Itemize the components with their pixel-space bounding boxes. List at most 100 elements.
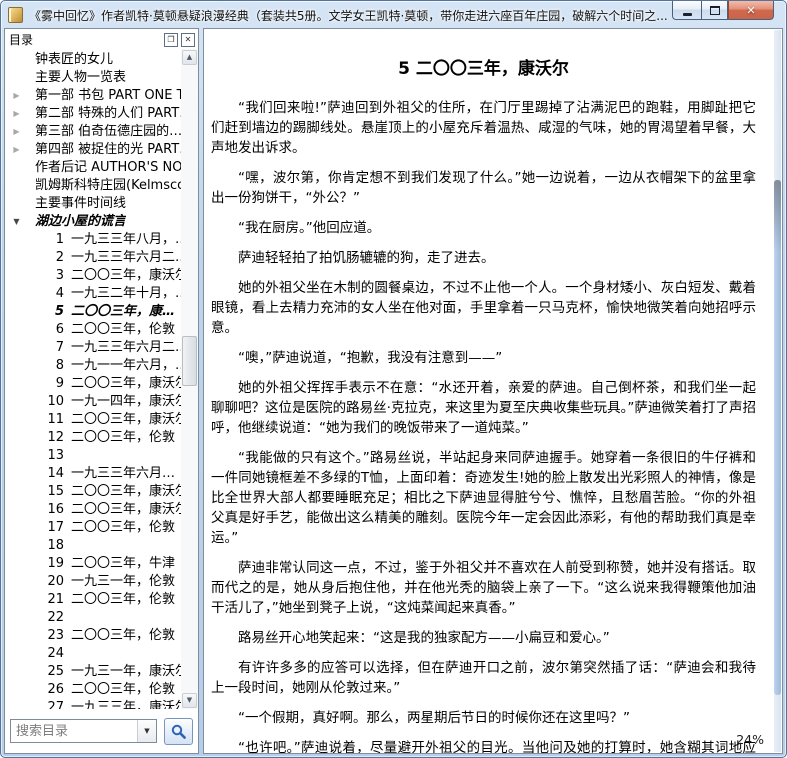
toc-item[interactable]: ▶ 第四部 被捉住的光 PART… (5, 141, 182, 159)
toc-scrollbar[interactable]: ▲ ▼ (181, 49, 198, 709)
title-bar[interactable]: 《雾中回忆》作者凯特·莫顿悬疑浪漫经典（套装共5册。文学女王凯特·莫顿，带你走进… (1, 1, 786, 27)
toc-item[interactable]: 19 二〇〇三年，牛津 (5, 555, 182, 573)
toc-item-label: 二〇〇三年，伦敦 (71, 592, 176, 607)
maximize-button[interactable] (701, 1, 728, 20)
toc-item[interactable]: 10 一九一四年，康沃尔 (5, 393, 182, 411)
toc-item-number: 13 (47, 448, 64, 463)
toc-item-number: 1 (55, 232, 64, 247)
search-combobox[interactable]: ▼ (10, 719, 157, 743)
toc-item[interactable]: 主要人物一览表 (5, 69, 182, 87)
toc-item-number: 17 (47, 520, 64, 535)
paragraph: “一个假期，真好啊。那么，两星期后节日的时候你还在这里吗？” (238, 710, 630, 726)
scroll-up-icon[interactable]: ▲ (182, 50, 197, 65)
toc-item-label: 一九三三年八月，… (71, 232, 182, 247)
toc-item[interactable]: 27 一九三三年，康沃尔 (5, 699, 182, 709)
search-input[interactable] (11, 720, 137, 742)
toc-item-label: 二〇〇三年，伦敦 (71, 682, 176, 697)
toc-item-number: 9 (55, 376, 64, 391)
toc-item[interactable]: 21 二〇〇三年，伦敦 (5, 591, 182, 609)
toc-item-label: 二〇〇三年，伦敦 (71, 628, 176, 643)
paragraph: 她的外祖父坐在木制的圆餐桌边，不过不止他一个人。一个身材矮小、灰白短发、戴着眼镜… (211, 280, 756, 336)
toc-item[interactable]: 12 二〇〇三年，伦敦 (5, 429, 182, 447)
window-controls: ✕ (672, 1, 774, 20)
toc-item-number: 26 (47, 682, 64, 697)
chevron-right-icon[interactable]: ▶ (10, 87, 23, 105)
toc-item[interactable]: 15 二〇〇三年，康沃尔 (5, 483, 182, 501)
toc-item[interactable]: 1 一九三三年八月，… (5, 231, 182, 249)
toc-panel: 目录 ❐ ✕ 钟表匠的女儿 主要人物一览表 ▶ 第一部 书包 PART ONE T… ▶… (4, 28, 199, 754)
scroll-down-icon[interactable]: ▼ (182, 693, 197, 708)
toc-item[interactable]: 4 一九三二年十月，… (5, 285, 182, 303)
toc-item[interactable]: 20 一九三一年，伦敦 (5, 573, 182, 591)
maximize-icon (709, 5, 720, 15)
toc-item[interactable]: 主要事件时间线 (5, 195, 182, 213)
toc-item[interactable]: 凯姆斯科特庄园(Kelmsco… (5, 177, 182, 195)
toc-item[interactable]: ▼ 湖边小屋的谎言 (5, 213, 182, 231)
paragraph: 萨迪非常认同这一点，不过，鉴于外祖父并不喜欢在人前受到称赞，她并没有搭话。取而代… (211, 560, 756, 616)
toc-item[interactable]: 13 (5, 447, 182, 465)
toc-item-number: 6 (55, 322, 64, 337)
toc-item[interactable]: 11 二〇〇三年，康沃尔 (5, 411, 182, 429)
toc-tree: 钟表匠的女儿 主要人物一览表 ▶ 第一部 书包 PART ONE T… ▶ 第二部 特殊的… (5, 49, 198, 709)
content-scrollbar[interactable] (774, 30, 781, 752)
toc-item[interactable]: 14 一九三三年六月… (5, 465, 182, 483)
toc-item[interactable]: 2 一九三三年六月二… (5, 249, 182, 267)
toc-item-number: 23 (47, 628, 64, 643)
toc-item-label: 第四部 被捉住的光 PART… (35, 142, 182, 157)
chevron-right-icon[interactable]: ▶ (10, 141, 23, 159)
minimize-button[interactable] (672, 1, 701, 20)
toc-item-label: 一九三一年，康沃尔 (71, 664, 182, 679)
toc-item[interactable]: 17 二〇〇三年，伦敦 (5, 519, 182, 537)
toc-item-label: 作者后记 AUTHOR'S NOTE (35, 160, 182, 175)
toc-item[interactable]: 钟表匠的女儿 (5, 51, 182, 69)
toc-item-label: 二〇〇三年，伦敦 (71, 520, 176, 535)
toc-item[interactable]: 18 (5, 537, 182, 555)
content-scrollbar-thumb[interactable] (774, 180, 781, 695)
toc-item[interactable]: 5 二〇〇三年，康… (5, 303, 182, 321)
toc-panel-title: 目录 (9, 33, 34, 47)
paragraph: 她的外祖父挥挥手表示不在意：“水还开着，亲爱的萨迪。自己倒杯茶，和我们坐一起聊聊… (211, 380, 756, 436)
toc-item[interactable]: 9 二〇〇三年，康沃尔 (5, 375, 182, 393)
toc-item-label: 钟表匠的女儿 (35, 52, 114, 67)
paragraph: “也许吧。”萨迪说着，尽量避开外祖父的目光。当他问及她的打算时，她含糊其词地应付… (238, 740, 756, 754)
toc-item-label: 二〇〇三年，牛津 (71, 556, 176, 571)
toc-item[interactable]: 26 二〇〇三年，伦敦 (5, 681, 182, 699)
toc-item[interactable]: 25 一九三一年，康沃尔 (5, 663, 182, 681)
toc-item-label: 第一部 书包 PART ONE T… (35, 88, 182, 103)
chevron-right-icon[interactable]: ▶ (10, 123, 23, 141)
paragraph: “嘿，波尔第，你肯定想不到我们发现了什么。”她一边说着，一边从衣帽架下的盆里拿出… (211, 170, 756, 206)
toc-item[interactable]: ▶ 第一部 书包 PART ONE T… (5, 87, 182, 105)
toc-item-number: 15 (47, 484, 64, 499)
toc-item-number: 14 (47, 466, 64, 481)
toc-item[interactable]: 23 二〇〇三年，伦敦 (5, 627, 182, 645)
content-scrollbar-shade (774, 180, 781, 252)
search-button[interactable] (164, 717, 193, 745)
toc-item[interactable]: ▶ 第二部 特殊的人们 PART… (5, 105, 182, 123)
toc-item[interactable]: ▶ 第三部 伯奇伍德庄园的… (5, 123, 182, 141)
toc-item[interactable]: 8 一九一一年六月，… (5, 357, 182, 375)
toc-item[interactable]: 22 (5, 609, 182, 627)
toc-item[interactable]: 24 (5, 645, 182, 663)
chevron-down-icon[interactable]: ▼ (10, 213, 23, 231)
toc-item-label: 二〇〇三年，康沃尔 (71, 412, 182, 427)
scrollbar-thumb[interactable] (182, 336, 197, 386)
dropdown-arrow-icon[interactable]: ▼ (137, 720, 156, 742)
toc-item-label: 主要事件时间线 (35, 196, 127, 211)
toc-item[interactable]: 6 二〇〇三年，伦敦 (5, 321, 182, 339)
book-icon (8, 7, 23, 23)
toc-panel-header: 目录 ❐ ✕ (5, 29, 198, 49)
chevron-right-icon[interactable]: ▶ (10, 105, 23, 123)
toc-item[interactable]: 3 二〇〇三年，康沃尔 (5, 267, 182, 285)
toc-item[interactable]: 7 一九三三年六月二… (5, 339, 182, 357)
toc-item-label: 凯姆斯科特庄园(Kelmsco… (35, 178, 182, 193)
close-panel-button[interactable]: ✕ (181, 32, 195, 47)
close-icon: ✕ (746, 3, 756, 17)
toc-item-label: 一九三三年六月二… (71, 340, 182, 355)
reading-pane[interactable]: 5 二〇〇三年，康沃尔 “我们回来啦!”萨迪回到外祖父的住所，在门厅里踢掉了沾满… (203, 28, 783, 754)
float-panel-button[interactable]: ❐ (164, 32, 178, 47)
toc-item-number: 18 (47, 538, 64, 553)
toc-item[interactable]: 作者后记 AUTHOR'S NOTE (5, 159, 182, 177)
toc-item-number: 8 (55, 358, 64, 373)
close-button[interactable]: ✕ (728, 1, 774, 20)
toc-item[interactable]: 16 二〇〇三年，康沃尔 (5, 501, 182, 519)
